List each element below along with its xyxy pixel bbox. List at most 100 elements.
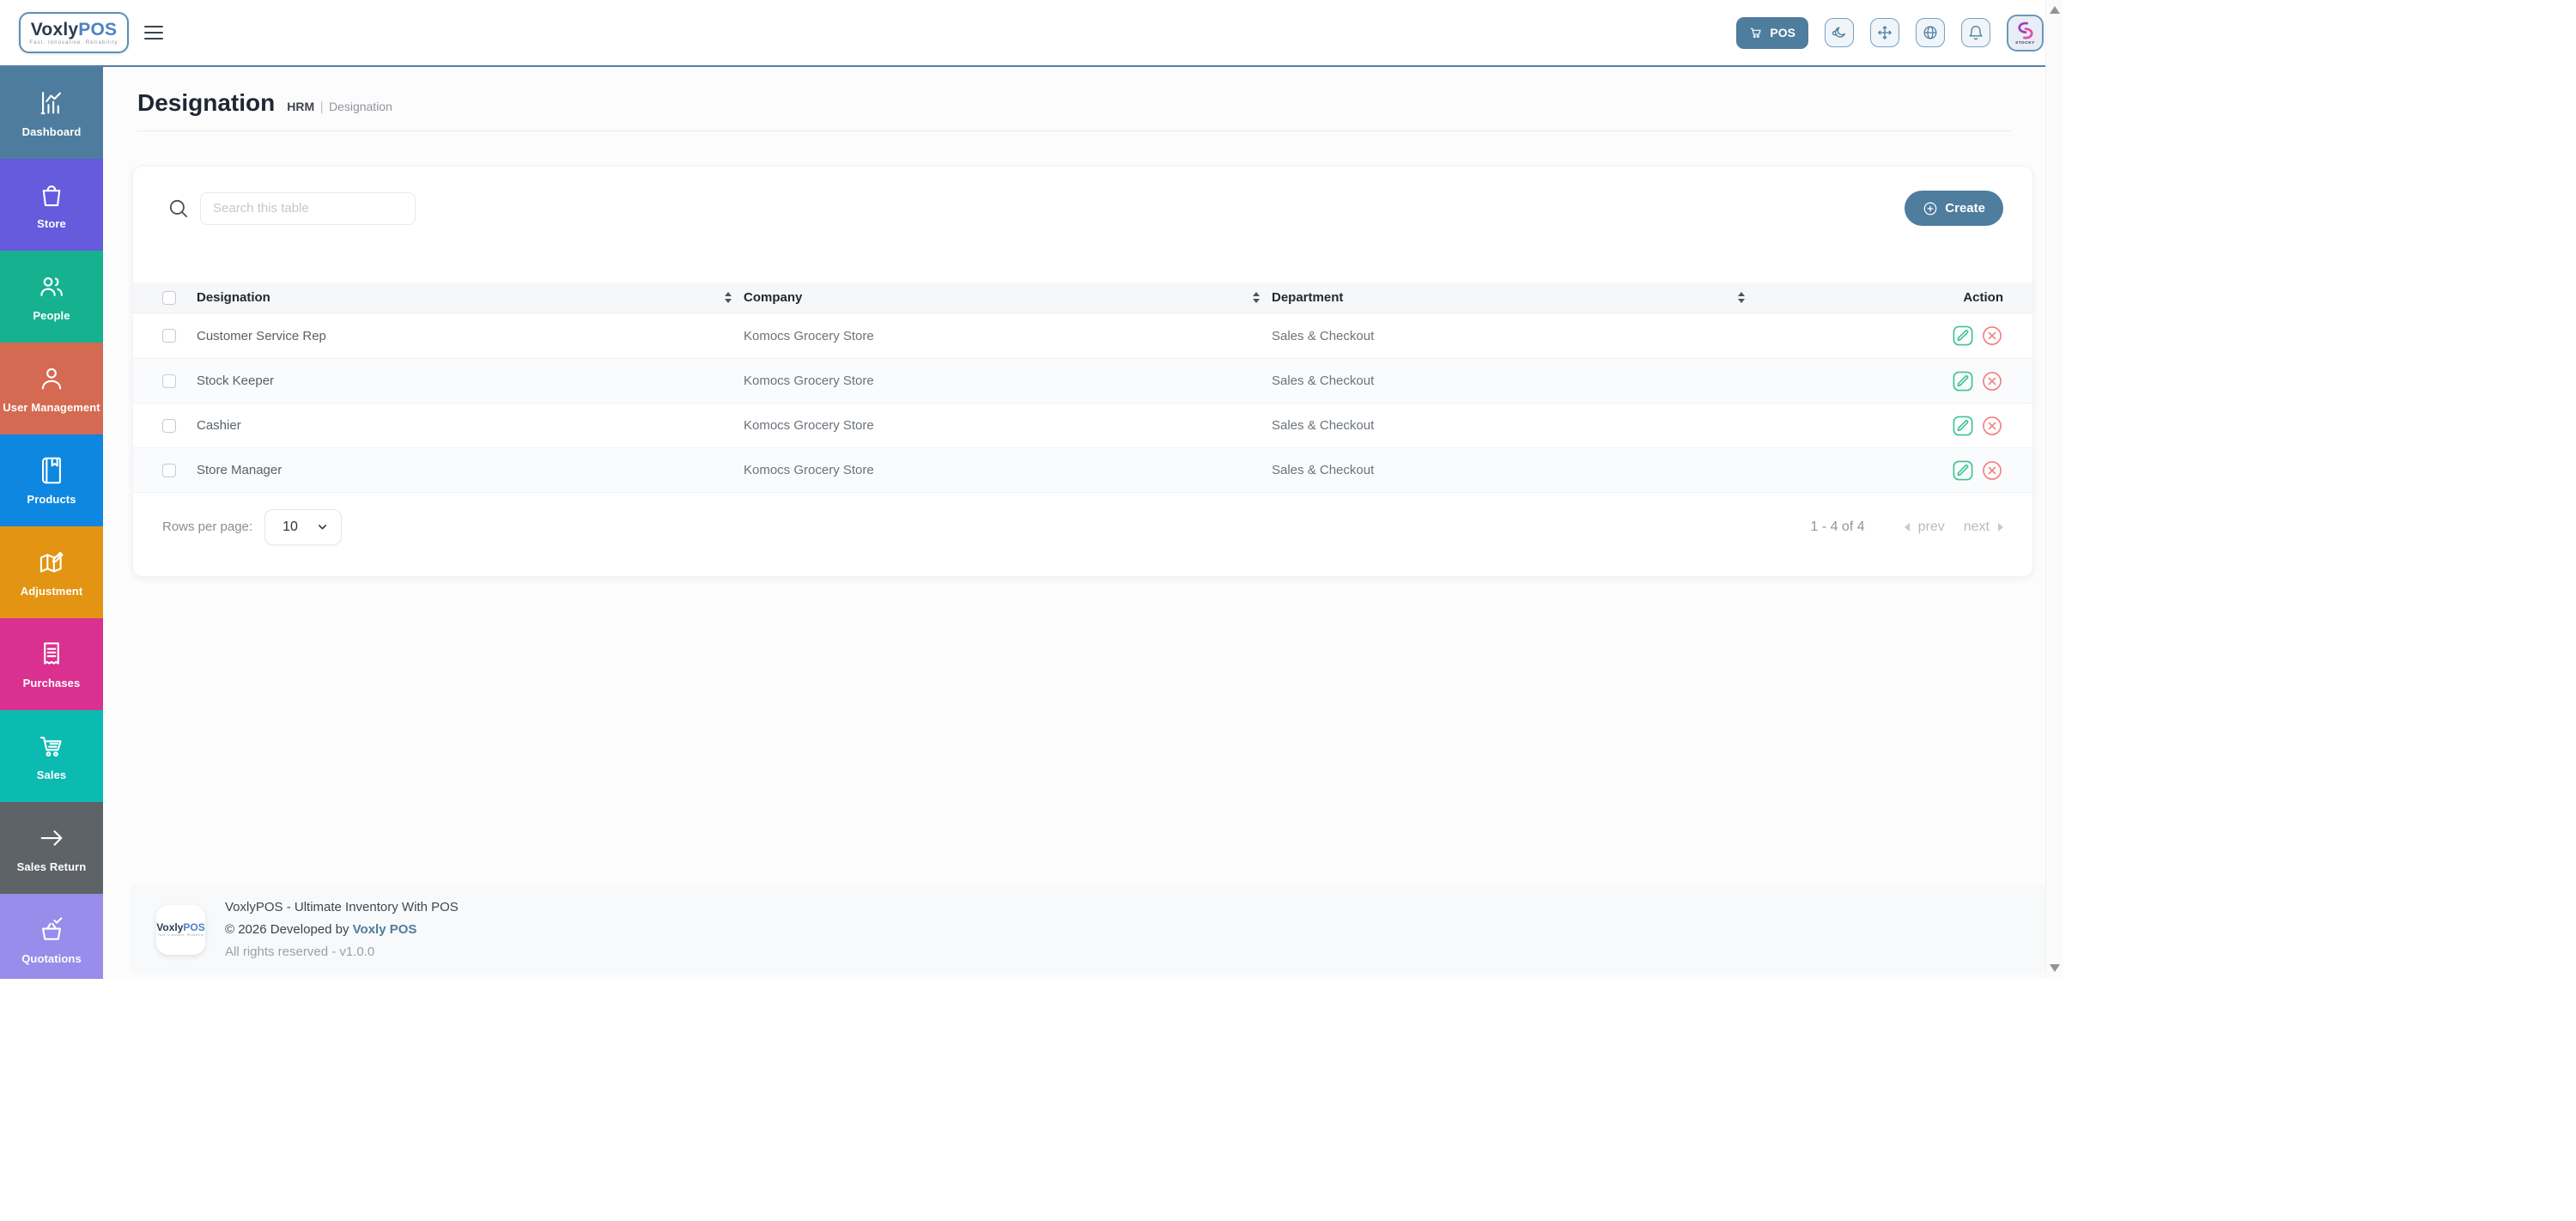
stocky-logo-icon	[2014, 21, 2037, 41]
edit-button[interactable]	[1952, 415, 1974, 437]
row-checkbox[interactable]	[162, 374, 176, 388]
topbar-actions: POS STOCKY	[1736, 14, 2044, 52]
cell-department: Sales & Checkout	[1272, 328, 1375, 343]
sidebar-item-quotations[interactable]: Quotations	[0, 894, 103, 979]
sidebar-item-label: Sales Return	[16, 860, 87, 873]
page-title: Designation	[137, 89, 276, 116]
delete-button[interactable]	[1981, 325, 2003, 347]
logo-brand-primary: Voxly	[30, 19, 79, 39]
fullscreen-button[interactable]	[1870, 18, 1899, 47]
pos-button[interactable]: POS	[1736, 16, 1808, 49]
footer-line3: All rights reserved - v1.0.0	[225, 944, 375, 959]
footer-copyright: © 2026 Developed by	[225, 921, 353, 937]
cell-department: Sales & Checkout	[1272, 463, 1375, 477]
column-header-action: Action	[1757, 290, 2003, 305]
cell-designation: Customer Service Rep	[197, 328, 326, 343]
table-toolbar: Create	[133, 191, 2032, 226]
footer-line2: © 2026 Developed by Voxly POS	[225, 919, 459, 941]
user-avatar[interactable]: STOCKY	[2007, 14, 2044, 52]
developer-link[interactable]: Voxly POS	[353, 922, 417, 937]
page-footer: VoxlyPOS Fast. Innovative. Reliability V…	[131, 884, 2045, 975]
column-header-designation[interactable]: Designation	[197, 290, 744, 305]
create-button[interactable]: Create	[1905, 191, 2003, 226]
select-all-checkbox[interactable]	[162, 290, 176, 305]
delete-button[interactable]	[1981, 459, 2003, 482]
rows-per-page-label: Rows per page:	[162, 519, 253, 534]
footer-text: VoxlyPOS - Ultimate Inventory With POS ©…	[225, 896, 459, 963]
cell-company: Komocs Grocery Store	[744, 374, 874, 388]
sidebar-item-user-management[interactable]: User Management	[0, 343, 103, 434]
cart-icon	[1749, 26, 1763, 39]
menu-toggle-button[interactable]	[144, 26, 163, 39]
sidebar-item-adjustment[interactable]: Adjustment	[0, 526, 103, 618]
column-header-department[interactable]: Department	[1272, 290, 1757, 305]
row-checkbox[interactable]	[162, 418, 176, 433]
sidebar-item-label: Adjustment	[20, 584, 83, 598]
sidebar-item-sales[interactable]: Sales	[0, 710, 103, 802]
cloud-moon-icon	[1831, 24, 1848, 41]
scroll-up-arrow[interactable]	[2049, 6, 2060, 14]
table-row: Cashier Komocs Grocery Store Sales & Che…	[133, 403, 2032, 447]
search-input[interactable]	[200, 191, 416, 225]
sidebar-item-products[interactable]: Products	[0, 434, 103, 526]
sidebar-item-sales-return[interactable]: Sales Return	[0, 802, 103, 894]
sidebar-item-store[interactable]: Store	[0, 159, 103, 251]
sidebar-item-label: Dashboard	[21, 125, 82, 138]
logo-brand-secondary: POS	[183, 920, 205, 933]
main-content: Designation HRM | Designation Create	[103, 67, 2045, 979]
app-window: VoxlyPOS Fast. Innovative. Reliability P…	[0, 0, 2063, 979]
footer-logo: VoxlyPOS Fast. Innovative. Reliability	[156, 904, 205, 955]
sidebar-item-people[interactable]: People	[0, 251, 103, 343]
next-page-button[interactable]: next	[1964, 519, 2003, 535]
globe-icon	[1922, 24, 1939, 41]
row-checkbox[interactable]	[162, 463, 176, 477]
expand-arrows-icon	[1876, 24, 1893, 41]
sort-icon	[1738, 292, 1745, 303]
logo-brand-primary: Voxly	[156, 920, 184, 933]
delete-button[interactable]	[1981, 370, 2003, 392]
sidebar-item-label: People	[33, 308, 70, 322]
cell-company: Komocs Grocery Store	[744, 463, 874, 477]
dark-mode-button[interactable]	[1825, 18, 1854, 47]
sidebar-item-purchases[interactable]: Purchases	[0, 618, 103, 710]
language-button[interactable]	[1916, 18, 1945, 47]
delete-button[interactable]	[1981, 415, 2003, 437]
column-header-company[interactable]: Company	[744, 290, 1272, 305]
edit-button[interactable]	[1952, 370, 1974, 392]
edit-button[interactable]	[1952, 459, 1974, 482]
chevron-down-icon	[316, 520, 329, 533]
cell-company: Komocs Grocery Store	[744, 328, 874, 343]
arrow-right-icon	[37, 823, 66, 853]
rows-per-page-select[interactable]: 10	[264, 508, 343, 545]
row-checkbox[interactable]	[162, 329, 176, 343]
topbar: VoxlyPOS Fast. Innovative. Reliability P…	[0, 0, 2063, 67]
book-icon	[37, 456, 66, 485]
table-row: Store Manager Komocs Grocery Store Sales…	[133, 447, 2032, 492]
table-footer: Rows per page: 10 1 - 4 of 4 prev next	[133, 508, 2032, 545]
sidebar-item-dashboard[interactable]: Dashboard	[0, 67, 103, 159]
column-label: Designation	[197, 290, 270, 305]
breadcrumb-separator: |	[319, 100, 324, 114]
pagination: 1 - 4 of 4 prev next	[1810, 519, 2003, 535]
basket-check-icon	[37, 915, 66, 945]
page-header: Designation HRM | Designation	[103, 67, 2045, 117]
sort-icon	[1253, 292, 1260, 303]
table-row: Customer Service Rep Komocs Grocery Stor…	[133, 313, 2032, 358]
user-icon	[37, 364, 66, 393]
breadcrumb-current: Designation	[328, 100, 392, 113]
breadcrumb: HRM | Designation	[287, 100, 392, 115]
prev-page-button[interactable]: prev	[1904, 519, 1945, 535]
scroll-down-arrow[interactable]	[2049, 964, 2060, 972]
sort-icon	[725, 292, 732, 303]
notifications-button[interactable]	[1961, 18, 1990, 47]
edit-button[interactable]	[1952, 325, 1974, 347]
app-logo[interactable]: VoxlyPOS Fast. Innovative. Reliability	[19, 12, 129, 53]
scrollbar[interactable]	[2045, 0, 2063, 979]
column-label: Action	[1963, 290, 2003, 305]
sidebar-item-label: Purchases	[22, 676, 81, 689]
app-logo-text: VoxlyPOS	[31, 21, 117, 39]
avatar-caption: STOCKY	[2015, 40, 2035, 45]
sidebar: Dashboard Store People User Management P…	[0, 67, 103, 979]
sidebar-item-label: Sales	[36, 768, 67, 781]
cart-icon	[37, 732, 66, 761]
